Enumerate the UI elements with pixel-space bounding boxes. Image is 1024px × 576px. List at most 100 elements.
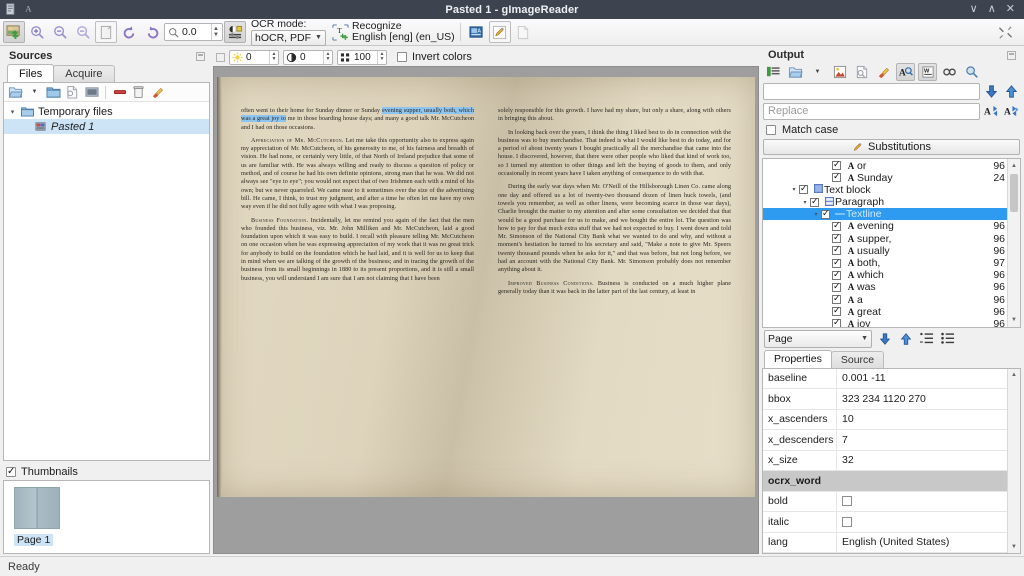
output-tree[interactable]: Aor96ASunday24▾Text block▾Paragraph▾Text… (762, 158, 1021, 327)
tree-row-checkbox[interactable] (832, 246, 841, 255)
expander-icon[interactable]: ▾ (789, 186, 799, 193)
open-file-button[interactable] (7, 84, 24, 100)
contrast-stepper[interactable]: ▲▼ (323, 51, 332, 64)
property-value[interactable]: 323 234 1120 270 (837, 389, 1020, 409)
invert-colors-checkbox[interactable] (397, 52, 407, 62)
tree-row-checkbox[interactable] (832, 259, 841, 268)
output-tree-scrollbar[interactable]: ▲ ▼ (1007, 159, 1020, 326)
tree-row-checkbox[interactable] (832, 161, 841, 170)
tree-row-checkbox[interactable] (832, 173, 841, 182)
tab-acquire[interactable]: Acquire (53, 65, 114, 82)
property-value[interactable]: 7 (837, 430, 1020, 450)
zoom-original-button[interactable] (72, 21, 94, 43)
scroll-down-button[interactable]: ▼ (1008, 540, 1020, 553)
properties-row[interactable]: x_descenders7 (763, 430, 1020, 451)
expander-icon[interactable]: ▾ (811, 211, 821, 218)
tree-item-temporary-files[interactable]: ▾ Temporary files (4, 104, 209, 119)
output-tree-row[interactable]: Agreat96 (763, 306, 1020, 318)
properties-row[interactable]: bbox323 234 1120 270 (763, 389, 1020, 410)
output-tree-row[interactable]: ▾Textline (763, 208, 1020, 220)
remove-file-button[interactable] (111, 84, 128, 100)
open-output-button[interactable] (786, 63, 805, 81)
contrast-spinbox[interactable]: 0 ▲▼ (283, 50, 333, 65)
resolution-spinbox[interactable]: 100 ▲▼ (337, 50, 387, 65)
file-tree[interactable]: ▾ Temporary files Pasted 1 (4, 102, 209, 460)
tree-row-checkbox[interactable] (832, 283, 841, 292)
output-tree-row[interactable]: Ajoy96 (763, 318, 1020, 328)
contrast-value[interactable]: 0 (300, 52, 320, 63)
tree-row-checkbox[interactable] (832, 271, 841, 280)
scroll-down-button[interactable]: ▼ (1008, 314, 1020, 327)
brightness-value[interactable]: 0 (246, 52, 266, 63)
expander-icon[interactable]: ▾ (800, 199, 810, 206)
output-tree-row[interactable]: Awas96 (763, 281, 1020, 293)
edit-mode-button[interactable] (489, 21, 511, 43)
property-value[interactable]: English (United States)▼ (837, 533, 1020, 553)
thumbnail-page-1[interactable] (14, 487, 60, 529)
output-tree-row[interactable]: Awhich96 (763, 269, 1020, 281)
export-pdf-button[interactable] (830, 63, 849, 81)
output-tree-row[interactable]: Aa96 (763, 294, 1020, 306)
rotation-spinbox[interactable]: 0.0 ▲▼ (164, 23, 223, 41)
scroll-thumb[interactable] (1010, 174, 1018, 212)
clear-output-button[interactable] (874, 63, 893, 81)
search-button[interactable] (962, 63, 981, 81)
match-case-checkbox[interactable] (766, 125, 776, 135)
collapse-all-button[interactable] (919, 331, 935, 347)
image-controls-button[interactable] (224, 21, 246, 43)
property-value[interactable]: 0.001 -11 (837, 369, 1020, 389)
tree-item-pasted-1[interactable]: Pasted 1 (4, 119, 209, 134)
chain-link-icon[interactable] (940, 63, 959, 81)
undock-icon[interactable] (196, 52, 205, 61)
tab-files[interactable]: Files (7, 64, 54, 82)
open-folder-button[interactable] (45, 84, 62, 100)
image-canvas[interactable]: often went to their home for Sunday dinn… (213, 66, 759, 554)
tree-row-checkbox[interactable] (832, 222, 841, 231)
ocr-mode-combo[interactable]: hOCR, PDF ▼ (251, 30, 326, 46)
replace-all-button[interactable]: A (1003, 103, 1020, 120)
output-tree-row[interactable]: ▾Paragraph (763, 196, 1020, 208)
property-value[interactable]: 32 (837, 451, 1020, 471)
language-combo[interactable]: English (United States)▼ (842, 535, 1020, 549)
close-button[interactable]: ✕ (1006, 4, 1015, 15)
rotate-left-button[interactable] (118, 21, 140, 43)
property-value[interactable] (837, 512, 1020, 532)
property-value[interactable] (837, 492, 1020, 512)
output-tree-row[interactable]: Ausually96 (763, 245, 1020, 257)
properties-row[interactable]: italic (763, 512, 1020, 533)
properties-row[interactable]: baseline0.001 -11 (763, 369, 1020, 390)
output-tree-row[interactable]: ▾Text block (763, 184, 1020, 196)
clear-list-button[interactable] (149, 84, 166, 100)
properties-row[interactable]: bold (763, 492, 1020, 513)
properties-row[interactable]: langEnglish (United States)▼ (763, 533, 1020, 554)
tree-row-checkbox[interactable] (810, 198, 819, 207)
open-dropdown-button[interactable]: ▼ (26, 84, 43, 100)
maximize-button[interactable]: ∧ (988, 4, 996, 15)
replace-one-button[interactable]: A (983, 103, 1000, 120)
recognize-button[interactable]: T Recognize English [eng] (en_US) (332, 21, 455, 44)
move-down-button[interactable] (877, 331, 893, 347)
rotation-value[interactable]: 0.0 (182, 26, 208, 38)
preview-button[interactable] (852, 63, 871, 81)
thumbnails-header[interactable]: Thumbnails (3, 464, 210, 480)
resolution-value[interactable]: 100 (354, 52, 374, 63)
expander-icon[interactable]: ▾ (8, 108, 17, 116)
properties-table[interactable]: baseline0.001 -11bbox323 234 1120 270x_a… (762, 368, 1021, 555)
scroll-up-button[interactable]: ▲ (1008, 159, 1020, 172)
word-list-button[interactable]: W (918, 63, 937, 81)
undock-icon[interactable] (216, 53, 225, 62)
minimize-button[interactable]: ∨ (970, 4, 978, 15)
new-document-button[interactable] (512, 21, 534, 43)
output-tree-row[interactable]: Aor96 (763, 159, 1020, 171)
tree-row-checkbox[interactable] (821, 210, 830, 219)
invert-colors-toggle[interactable]: Invert colors (397, 51, 472, 63)
fit-page-button[interactable] (95, 21, 117, 43)
zoom-in-button[interactable] (26, 21, 48, 43)
scroll-up-button[interactable]: ▲ (1008, 369, 1020, 382)
property-checkbox[interactable] (842, 496, 852, 506)
property-value[interactable]: 10 (837, 410, 1020, 430)
properties-row[interactable]: x_size32 (763, 451, 1020, 472)
brightness-stepper[interactable]: ▲▼ (269, 51, 278, 64)
find-input[interactable] (763, 83, 980, 100)
output-tree-row[interactable]: Asupper,96 (763, 233, 1020, 245)
